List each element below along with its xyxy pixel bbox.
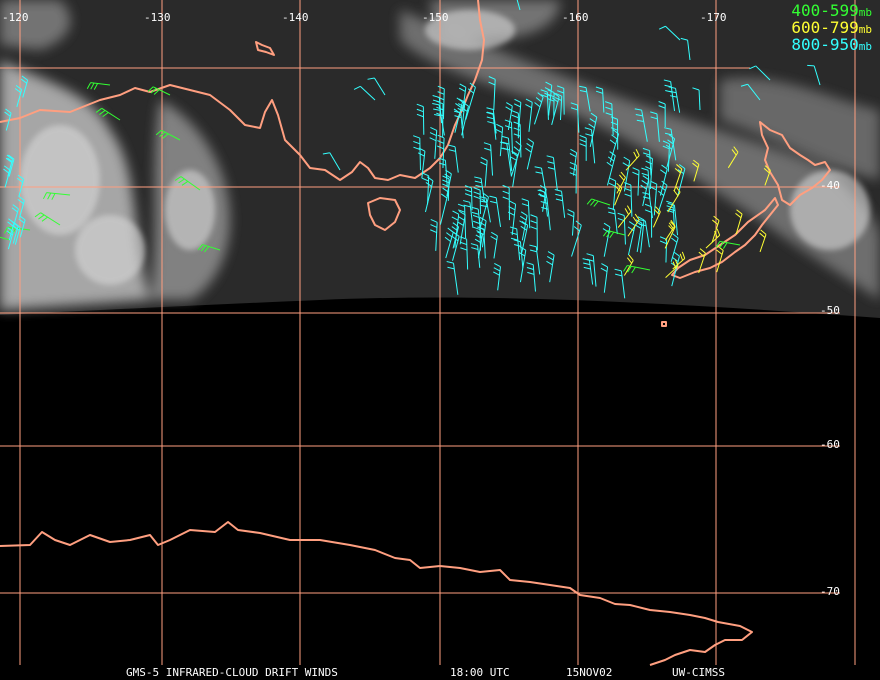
lat-label: -60 — [820, 438, 840, 451]
date-label: 15NOV02 — [566, 666, 613, 679]
lon-label: -150 — [422, 11, 449, 24]
legend-unit: mb — [858, 40, 872, 53]
small-island — [661, 321, 667, 327]
wind-barb — [419, 138, 421, 171]
satellite-wind-map: -120 -130 -140 -150 -160 -170 -40 -50 -6… — [0, 0, 880, 680]
lon-label: -160 — [562, 11, 589, 24]
lon-label: -170 — [700, 11, 727, 24]
source-label: UW-CIMSS — [672, 666, 725, 679]
lat-label: -70 — [820, 585, 840, 598]
product-label: GMS-5 INFRARED-CLOUD DRIFT WINDS — [126, 666, 338, 679]
legend-entry-800-950: 800-950mb — [791, 36, 872, 55]
legend-unit: mb — [858, 6, 872, 19]
image-footer: GMS-5 INFRARED-CLOUD DRIFT WINDS 18:00 U… — [0, 664, 880, 680]
lon-label: -130 — [144, 11, 171, 24]
lon-label: -140 — [282, 11, 309, 24]
map-canvas — [0, 0, 880, 666]
wind-barb-flag — [807, 64, 815, 67]
legend-range: 800-950 — [791, 35, 859, 54]
time-label: 18:00 UTC — [450, 666, 510, 679]
legend-unit: mb — [858, 23, 872, 36]
lat-label: -40 — [820, 179, 840, 192]
lat-label: -50 — [820, 304, 840, 317]
lon-label: -120 — [2, 11, 29, 24]
